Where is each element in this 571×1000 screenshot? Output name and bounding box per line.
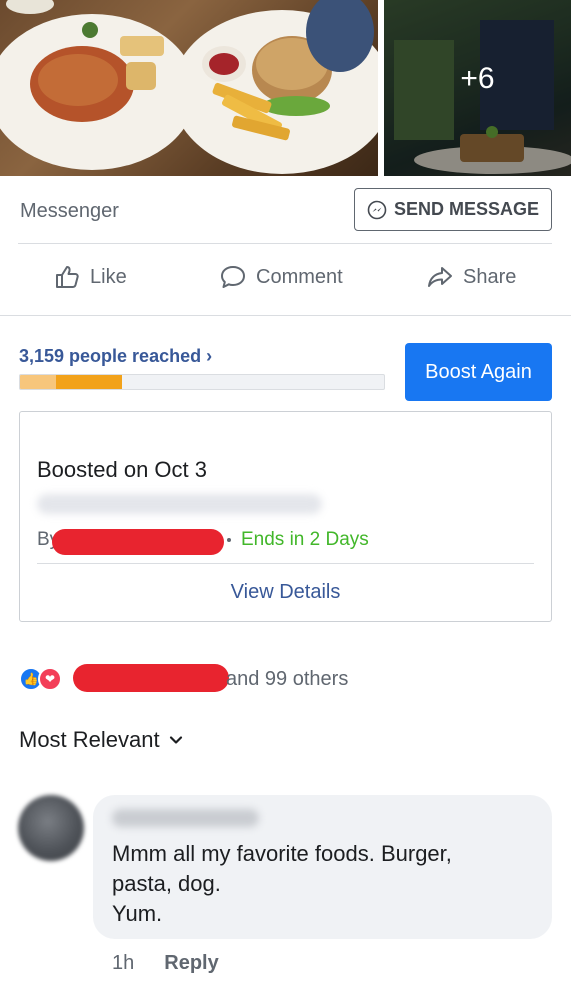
reactions-summary[interactable]: 👍 ❤ and 99 others	[19, 660, 553, 696]
comment-text: Mmm all my favorite foods. Burger, pasta…	[112, 841, 452, 926]
messenger-icon	[367, 200, 387, 219]
comment-sort-dropdown[interactable]: Most Relevant	[19, 727, 184, 753]
comment-timestamp: 1h	[112, 952, 135, 974]
blurred-audience	[37, 494, 322, 514]
reaction-others-count: and 99 others	[226, 668, 349, 690]
sort-label: Most Relevant	[19, 727, 160, 752]
separator-dot	[227, 538, 231, 542]
like-label: Like	[90, 265, 127, 288]
progress-segment-dark	[56, 375, 122, 389]
divider	[0, 315, 571, 316]
comment-button[interactable]: Comment	[219, 263, 343, 291]
share-icon	[428, 267, 452, 287]
reach-progress-bar	[19, 374, 385, 390]
send-message-button[interactable]: SEND MESSAGE	[354, 188, 552, 231]
blurred-commenter-name[interactable]	[112, 809, 259, 827]
view-details-link[interactable]: View Details	[20, 581, 551, 604]
post-actions: Like Comment Share	[0, 255, 571, 307]
redaction-mark	[73, 664, 229, 692]
comment-bubble: Mmm all my favorite foods. Burger, pasta…	[93, 795, 552, 939]
redaction-mark	[52, 529, 224, 555]
share-label: Share	[463, 265, 517, 288]
boosted-date: Boosted on Oct 3	[37, 457, 207, 482]
like-button[interactable]: Like	[53, 263, 127, 291]
boost-details-card: Boosted on Oct 3 By Ends in 2 Days View …	[19, 411, 552, 622]
messenger-label: Messenger	[20, 200, 119, 222]
photo-grid: +6	[0, 0, 571, 176]
comment-label: Comment	[256, 265, 343, 288]
messenger-row: Messenger SEND MESSAGE	[18, 188, 552, 234]
more-photos-tile[interactable]: +6	[384, 0, 571, 176]
people-reached-link[interactable]: 3,159 people reached ›	[19, 346, 212, 367]
comment-icon	[221, 266, 245, 288]
commenter-avatar[interactable]	[18, 795, 84, 861]
boost-ends-status: Ends in 2 Days	[241, 529, 369, 550]
card-divider	[37, 563, 534, 564]
chevron-down-icon	[169, 736, 182, 744]
divider	[18, 243, 552, 244]
boost-again-button[interactable]: Boost Again	[405, 343, 552, 401]
love-reaction-icon: ❤	[38, 667, 62, 691]
progress-segment-light	[20, 375, 57, 389]
share-button[interactable]: Share	[426, 263, 516, 291]
send-message-label: SEND MESSAGE	[393, 199, 540, 219]
thumbs-up-icon	[56, 266, 79, 288]
comment-meta: 1h Reply	[112, 952, 219, 975]
food-photo[interactable]	[0, 0, 378, 176]
more-photos-count: +6	[460, 62, 495, 95]
reply-link[interactable]: Reply	[164, 952, 218, 975]
